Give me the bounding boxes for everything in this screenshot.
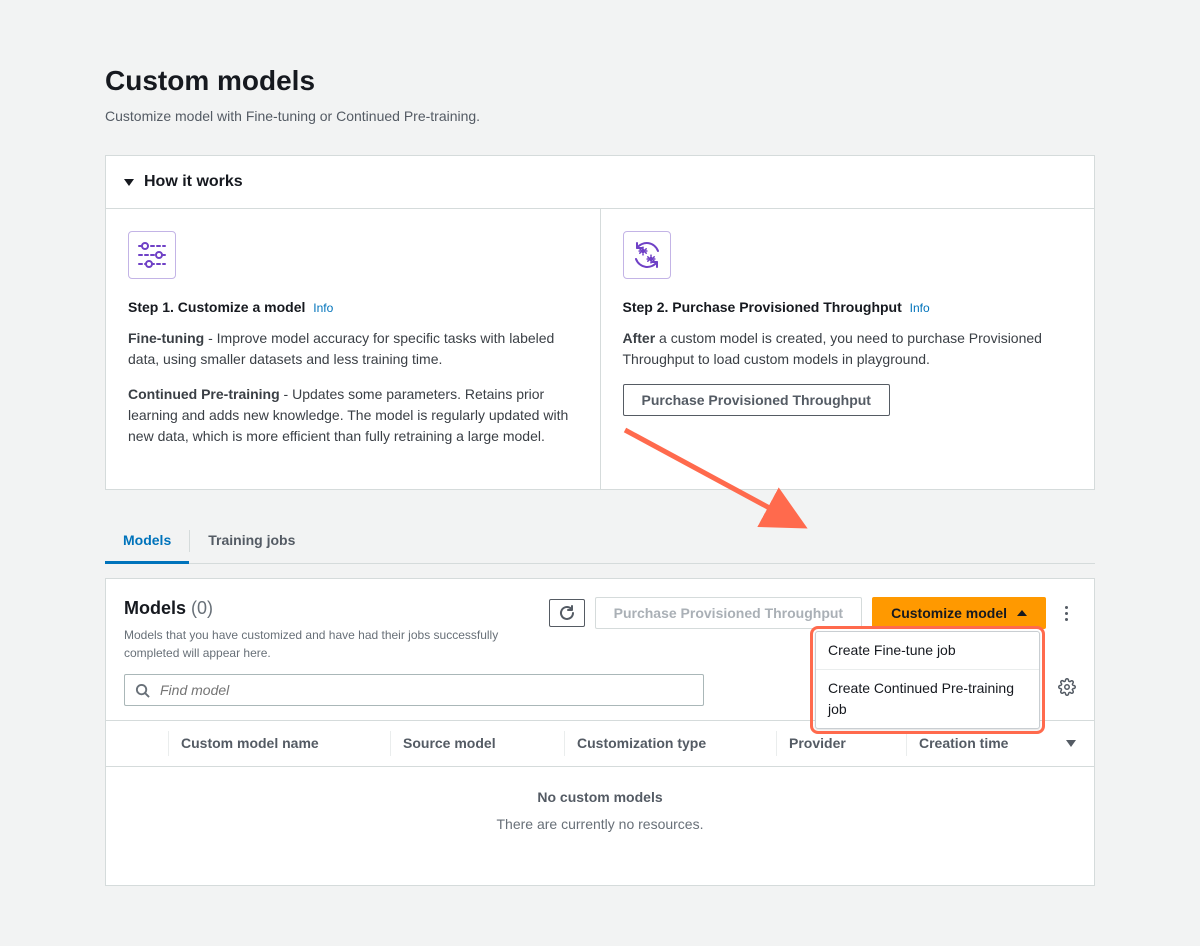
column-customization-type[interactable]: Customization type [564,731,776,756]
tab-training-jobs[interactable]: Training jobs [190,518,313,563]
s2p1-lead: After [623,330,656,346]
column-provider[interactable]: Provider [776,731,906,756]
models-count: (0) [191,598,213,618]
step-2-title: Step 2. Purchase Provisioned Throughput … [623,297,1073,318]
menu-item-create-continued-pretraining-job[interactable]: Create Continued Pre-training job [816,669,1039,728]
page-title: Custom models [105,60,1095,102]
tabs: Models Training jobs [105,518,1095,564]
purchase-throughput-button-step2[interactable]: Purchase Provisioned Throughput [623,384,890,416]
models-title-text: Models [124,598,186,618]
how-it-works-heading: How it works [144,170,243,194]
gears-cycle-icon [623,231,671,279]
step-1-info-link[interactable]: Info [313,301,333,315]
column-creation-time[interactable]: Creation time [906,731,1076,756]
models-section-title: Models (0) [124,595,535,622]
purchase-throughput-button[interactable]: Purchase Provisioned Throughput [595,597,862,629]
step-1-paragraph-2: Continued Pre-training - Updates some pa… [128,384,578,447]
step-1-title-text: Step 1. Customize a model [128,299,305,315]
search-field[interactable] [124,674,704,706]
step-1-column: Step 1. Customize a model Info Fine-tuni… [106,209,600,489]
how-it-works-panel: How it works Step 1. Customize a model [105,155,1095,490]
empty-state: No custom models There are currently no … [106,767,1094,885]
models-panel: Models (0) Models that you have customiz… [105,578,1095,886]
gear-icon [1058,678,1076,696]
customize-model-label: Customize model [891,605,1007,621]
page-subtitle: Customize model with Fine-tuning or Cont… [105,106,1095,127]
step-2-column: Step 2. Purchase Provisioned Throughput … [600,209,1095,489]
step-1-title: Step 1. Customize a model Info [128,297,578,318]
customize-model-button[interactable]: Customize model [872,597,1046,629]
refresh-button[interactable] [549,599,585,627]
caret-down-icon [124,179,134,186]
customize-model-menu: Create Fine-tune job Create Continued Pr… [815,631,1040,729]
table-settings-button[interactable] [1058,678,1076,702]
menu-item-create-finetune-job[interactable]: Create Fine-tune job [816,632,1039,669]
how-it-works-toggle[interactable]: How it works [106,156,1094,209]
tab-models[interactable]: Models [105,518,189,563]
column-creation-time-label: Creation time [919,733,1008,754]
caret-up-icon [1017,610,1027,616]
search-input[interactable] [158,681,693,699]
search-icon [135,683,150,698]
step-2-info-link[interactable]: Info [910,301,930,315]
sliders-icon [128,231,176,279]
more-actions-button[interactable] [1056,599,1076,627]
refresh-icon [559,605,575,621]
s2p1-rest: a custom model is created, you need to p… [623,330,1042,367]
column-source-model[interactable]: Source model [390,731,564,756]
models-description: Models that you have customized and have… [124,626,535,662]
p1-lead: Fine-tuning [128,330,204,346]
step-2-paragraph: After a custom model is created, you nee… [623,328,1073,370]
p2-lead: Continued Pre-training [128,386,280,402]
step-1-paragraph-1: Fine-tuning - Improve model accuracy for… [128,328,578,370]
empty-subtitle: There are currently no resources. [106,814,1094,835]
sort-descending-icon [1066,740,1076,747]
empty-title: No custom models [106,787,1094,808]
column-custom-model-name[interactable]: Custom model name [168,731,390,756]
step-2-title-text: Step 2. Purchase Provisioned Throughput [623,299,902,315]
